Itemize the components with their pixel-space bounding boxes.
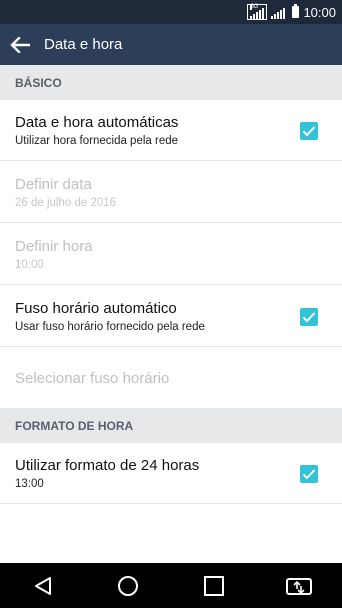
section-header-time-format: FORMATO DE HORA (0, 408, 342, 443)
auto-date-time-setting[interactable]: Data e hora automáticas Utilizar hora fo… (0, 100, 342, 161)
square-recents-icon (203, 575, 224, 596)
set-time-setting[interactable]: Definir hora 10:00 (0, 224, 342, 285)
status-bar: 3G 10:00 (0, 0, 342, 24)
nav-recents-button[interactable] (194, 566, 234, 606)
check-icon (302, 126, 316, 137)
use-24-hour-setting[interactable]: Utilizar formato de 24 horas 13:00 (0, 443, 342, 504)
setting-title: Fuso horário automático (15, 299, 177, 317)
back-button[interactable] (0, 24, 40, 65)
nav-home-button[interactable] (108, 566, 148, 606)
setting-summary: Utilizar hora fornecida pela rede (15, 134, 179, 147)
setting-summary: 10:00 (15, 258, 44, 271)
set-date-setting[interactable]: Definir data 26 de julho de 2016 (0, 162, 342, 223)
check-icon (302, 469, 316, 480)
use-24-hour-checkbox[interactable] (300, 465, 318, 483)
setting-summary: Usar fuso horário fornecido pela rede (15, 320, 205, 333)
section-header-basic: BÁSICO (0, 65, 342, 100)
setting-title: Data e hora automáticas (15, 113, 179, 131)
nav-back-button[interactable] (23, 566, 63, 606)
auto-date-time-checkbox[interactable] (300, 122, 318, 140)
check-icon (302, 312, 316, 323)
setting-title: Definir data (15, 175, 92, 193)
arrow-left-icon (10, 36, 30, 53)
nav-dual-window-button[interactable] (279, 566, 319, 606)
setting-summary: 13:00 (15, 477, 44, 490)
auto-timezone-setting[interactable]: Fuso horário automático Usar fuso horári… (0, 286, 342, 347)
circle-home-icon (118, 575, 139, 596)
navigation-bar (0, 563, 342, 608)
signal-icon (271, 6, 286, 19)
signal-3g-icon: 3G (247, 4, 268, 20)
setting-title: Utilizar formato de 24 horas (15, 456, 200, 474)
setting-title: Definir hora (15, 237, 93, 255)
battery-icon (292, 4, 300, 18)
app-bar: Data e hora (0, 24, 342, 65)
setting-summary: 26 de julho de 2016 (15, 196, 117, 209)
dual-window-icon (286, 577, 313, 595)
setting-title: Selecionar fuso horário (15, 370, 170, 387)
select-timezone-setting[interactable]: Selecionar fuso horário (0, 348, 342, 409)
auto-timezone-checkbox[interactable] (300, 308, 318, 326)
triangle-back-icon (34, 576, 51, 595)
clock: 10:00 (303, 4, 336, 20)
page-title: Data e hora (44, 36, 123, 53)
